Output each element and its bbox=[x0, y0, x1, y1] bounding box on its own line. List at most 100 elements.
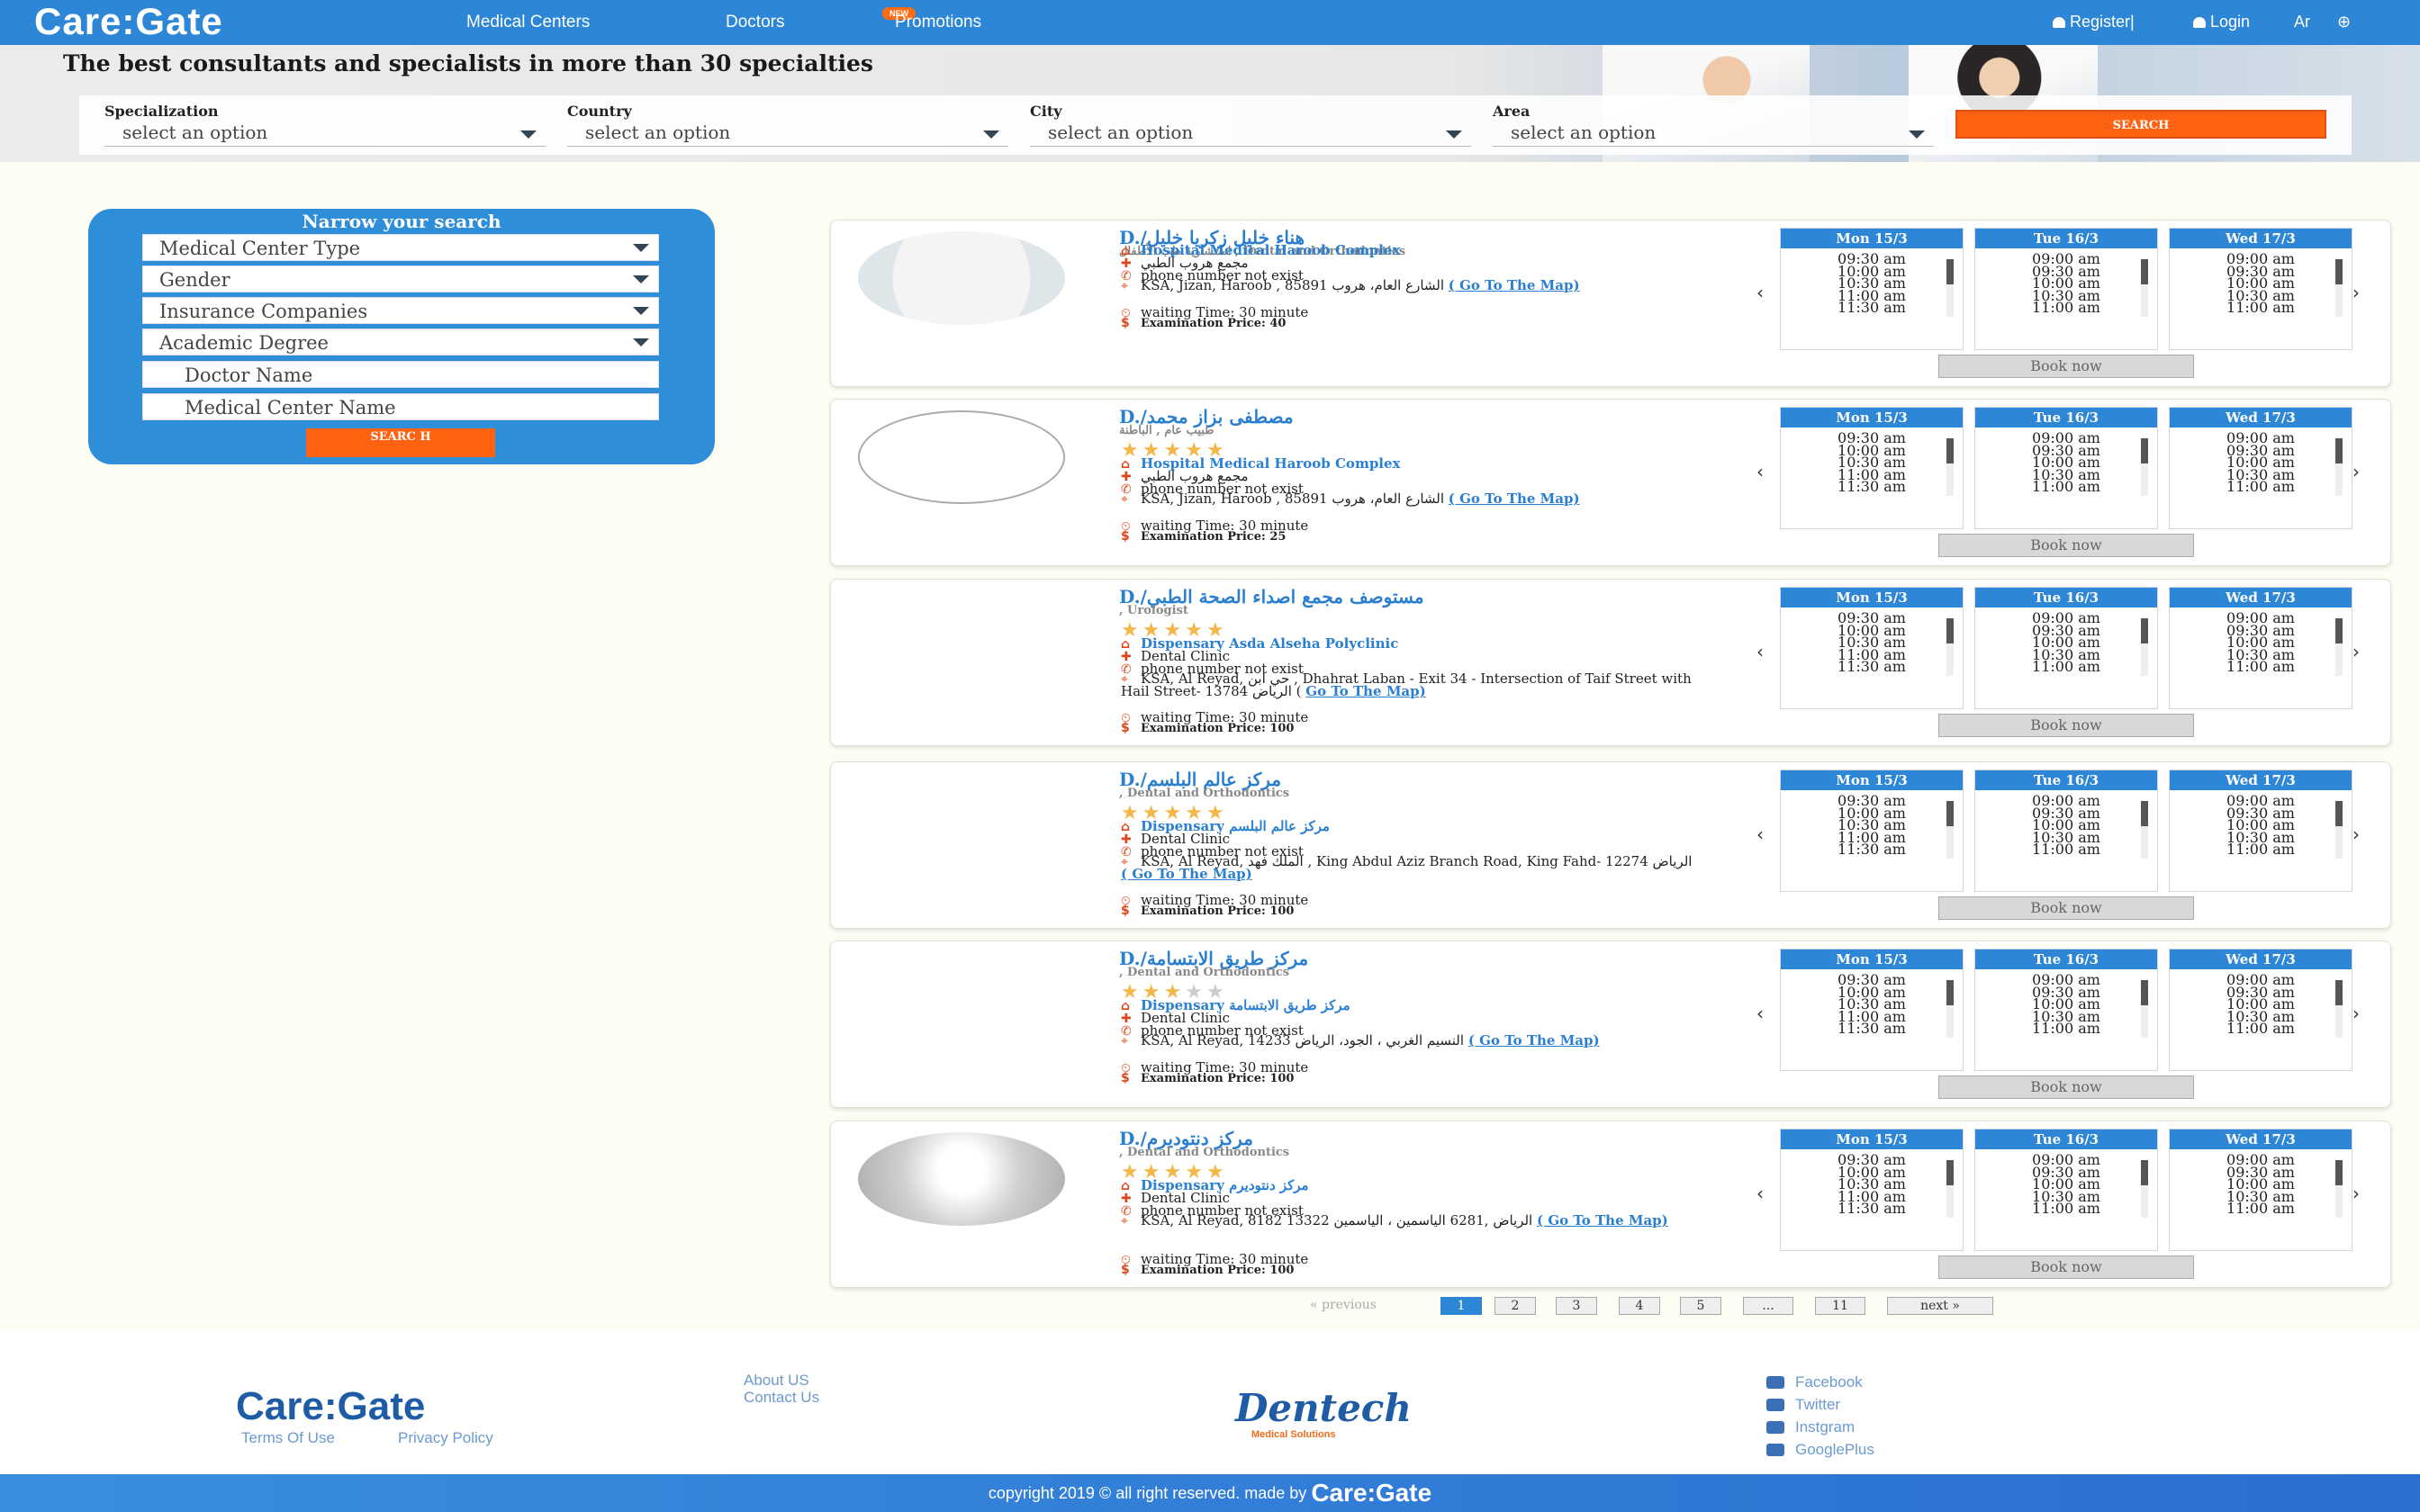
about-link[interactable]: About US bbox=[744, 1372, 809, 1390]
scrollbar-thumb[interactable] bbox=[1946, 618, 1954, 644]
doctor-avatar[interactable] bbox=[858, 590, 1065, 684]
scrollbar[interactable] bbox=[2141, 259, 2148, 317]
scrollbar[interactable] bbox=[2335, 980, 2343, 1038]
globe-icon[interactable]: ⊕ bbox=[2337, 13, 2351, 32]
page-button[interactable]: 3 bbox=[1556, 1297, 1597, 1315]
doctor-avatar[interactable] bbox=[858, 773, 1065, 867]
time-slot[interactable]: 11:00 am bbox=[2170, 301, 2352, 314]
time-slot[interactable]: 11:30 am bbox=[1781, 660, 1963, 673]
doctor-name-input[interactable]: Doctor Name bbox=[142, 361, 659, 388]
time-slot[interactable]: 11:30 am bbox=[1781, 1202, 1963, 1215]
scrollbar-thumb[interactable] bbox=[2141, 801, 2148, 826]
doctor-avatar[interactable] bbox=[858, 410, 1065, 504]
page-button[interactable]: 5 bbox=[1680, 1297, 1721, 1315]
scrollbar-thumb[interactable] bbox=[2335, 259, 2343, 284]
doctor-avatar[interactable] bbox=[858, 1132, 1065, 1226]
gender-select[interactable]: Gender bbox=[142, 266, 659, 292]
prev-days-arrow[interactable]: ‹ bbox=[1756, 824, 1764, 845]
scrollbar-thumb[interactable] bbox=[2335, 1160, 2343, 1185]
scrollbar[interactable] bbox=[2141, 980, 2148, 1038]
page-button[interactable]: 2 bbox=[1494, 1297, 1536, 1315]
scrollbar[interactable] bbox=[1946, 438, 1954, 496]
page-ellipsis[interactable]: ... bbox=[1743, 1297, 1793, 1315]
specialization-select[interactable]: select an option bbox=[104, 122, 546, 147]
scrollbar-thumb[interactable] bbox=[2335, 618, 2343, 644]
facebook-link[interactable]: Facebook bbox=[1766, 1373, 1863, 1391]
go-to-map-link[interactable]: ( Go To The Map) bbox=[1449, 277, 1580, 293]
go-to-map-link[interactable]: ( Go To The Map) bbox=[1449, 490, 1580, 507]
twitter-link[interactable]: Twitter bbox=[1766, 1396, 1840, 1414]
scrollbar[interactable] bbox=[2141, 801, 2148, 859]
go-to-map-link[interactable]: ( Go To The Map) bbox=[1537, 1212, 1668, 1228]
scrollbar-thumb[interactable] bbox=[2141, 980, 2148, 1005]
scrollbar[interactable] bbox=[2335, 618, 2343, 676]
terms-link[interactable]: Terms Of Use bbox=[241, 1429, 335, 1447]
search-button[interactable]: SEARCH bbox=[1955, 110, 2326, 139]
scrollbar[interactable] bbox=[2335, 801, 2343, 859]
next-days-arrow[interactable]: › bbox=[2352, 1183, 2360, 1204]
specialization-field[interactable]: Specialization select an option bbox=[104, 103, 546, 147]
medical-center-type-select[interactable]: Medical Center Type bbox=[142, 234, 659, 261]
book-now-button[interactable]: Book now bbox=[1938, 355, 2194, 378]
register-link[interactable]: Register| bbox=[2053, 13, 2135, 32]
area-select[interactable]: select an option bbox=[1493, 122, 1934, 147]
book-now-button[interactable]: Book now bbox=[1938, 1256, 2194, 1279]
scrollbar-thumb[interactable] bbox=[1946, 1160, 1954, 1185]
go-to-map-link[interactable]: ( Go To The Map) bbox=[1121, 866, 1252, 882]
privacy-link[interactable]: Privacy Policy bbox=[398, 1429, 493, 1447]
scrollbar[interactable] bbox=[2141, 618, 2148, 676]
scrollbar-thumb[interactable] bbox=[2141, 1160, 2148, 1185]
page-button[interactable]: 4 bbox=[1619, 1297, 1660, 1315]
scrollbar-thumb[interactable] bbox=[2141, 618, 2148, 644]
scrollbar[interactable] bbox=[2141, 1160, 2148, 1218]
time-slot[interactable]: 11:00 am bbox=[2170, 1202, 2352, 1215]
doctor-avatar[interactable] bbox=[858, 231, 1065, 325]
scrollbar[interactable] bbox=[1946, 1160, 1954, 1218]
time-slot[interactable]: 11:00 am bbox=[1975, 842, 2157, 856]
scrollbar-thumb[interactable] bbox=[2141, 438, 2148, 464]
insurance-select[interactable]: Insurance Companies bbox=[142, 297, 659, 324]
time-slot[interactable]: 11:00 am bbox=[1975, 301, 2157, 314]
next-days-arrow[interactable]: › bbox=[2352, 461, 2360, 482]
go-to-map-link[interactable]: ( Go To The Map) bbox=[1468, 1032, 1600, 1048]
googleplus-link[interactable]: GooglePlus bbox=[1766, 1441, 1874, 1459]
medical-center-name-input[interactable]: Medical Center Name bbox=[142, 393, 659, 420]
next-days-arrow[interactable]: › bbox=[2352, 1003, 2360, 1024]
scrollbar-thumb[interactable] bbox=[2335, 980, 2343, 1005]
scrollbar[interactable] bbox=[2141, 438, 2148, 496]
country-select[interactable]: select an option bbox=[567, 122, 1008, 147]
time-slot[interactable]: 11:00 am bbox=[2170, 842, 2352, 856]
scrollbar[interactable] bbox=[2335, 259, 2343, 317]
language-switch[interactable]: Ar bbox=[2294, 13, 2310, 32]
scrollbar[interactable] bbox=[1946, 980, 1954, 1038]
book-now-button[interactable]: Book now bbox=[1938, 534, 2194, 557]
page-button[interactable]: 11 bbox=[1815, 1297, 1865, 1315]
sidebar-search-button[interactable]: SEARC H bbox=[306, 428, 495, 457]
instagram-link[interactable]: Instgram bbox=[1766, 1418, 1855, 1436]
scrollbar[interactable] bbox=[2335, 438, 2343, 496]
login-link[interactable]: Login bbox=[2193, 13, 2250, 32]
time-slot[interactable]: 11:00 am bbox=[2170, 1022, 2352, 1035]
book-now-button[interactable]: Book now bbox=[1938, 714, 2194, 737]
area-field[interactable]: Area select an option bbox=[1493, 103, 1934, 147]
academic-degree-select[interactable]: Academic Degree bbox=[142, 328, 659, 356]
time-slot[interactable]: 11:00 am bbox=[1975, 1202, 2157, 1215]
scrollbar[interactable] bbox=[1946, 801, 1954, 859]
footer-logo[interactable]: Care:Gate bbox=[236, 1384, 425, 1429]
nav-medical-centers[interactable]: Medical Centers bbox=[466, 13, 590, 32]
country-field[interactable]: Country select an option bbox=[567, 103, 1008, 147]
scrollbar-thumb[interactable] bbox=[2141, 259, 2148, 284]
time-slot[interactable]: 11:00 am bbox=[2170, 660, 2352, 673]
doctor-avatar[interactable] bbox=[858, 952, 1065, 1046]
time-slot[interactable]: 11:00 am bbox=[1975, 660, 2157, 673]
scrollbar[interactable] bbox=[1946, 618, 1954, 676]
go-to-map-link[interactable]: Go To The Map) bbox=[1305, 683, 1425, 699]
time-slot[interactable]: 11:30 am bbox=[1781, 842, 1963, 856]
book-now-button[interactable]: Book now bbox=[1938, 1076, 2194, 1099]
scrollbar-thumb[interactable] bbox=[2335, 438, 2343, 464]
logo[interactable]: Care:Gate bbox=[34, 2, 223, 41]
time-slot[interactable]: 11:00 am bbox=[2170, 480, 2352, 493]
scrollbar[interactable] bbox=[1946, 259, 1954, 317]
prev-days-arrow[interactable]: ‹ bbox=[1756, 1183, 1764, 1204]
next-days-arrow[interactable]: › bbox=[2352, 641, 2360, 662]
